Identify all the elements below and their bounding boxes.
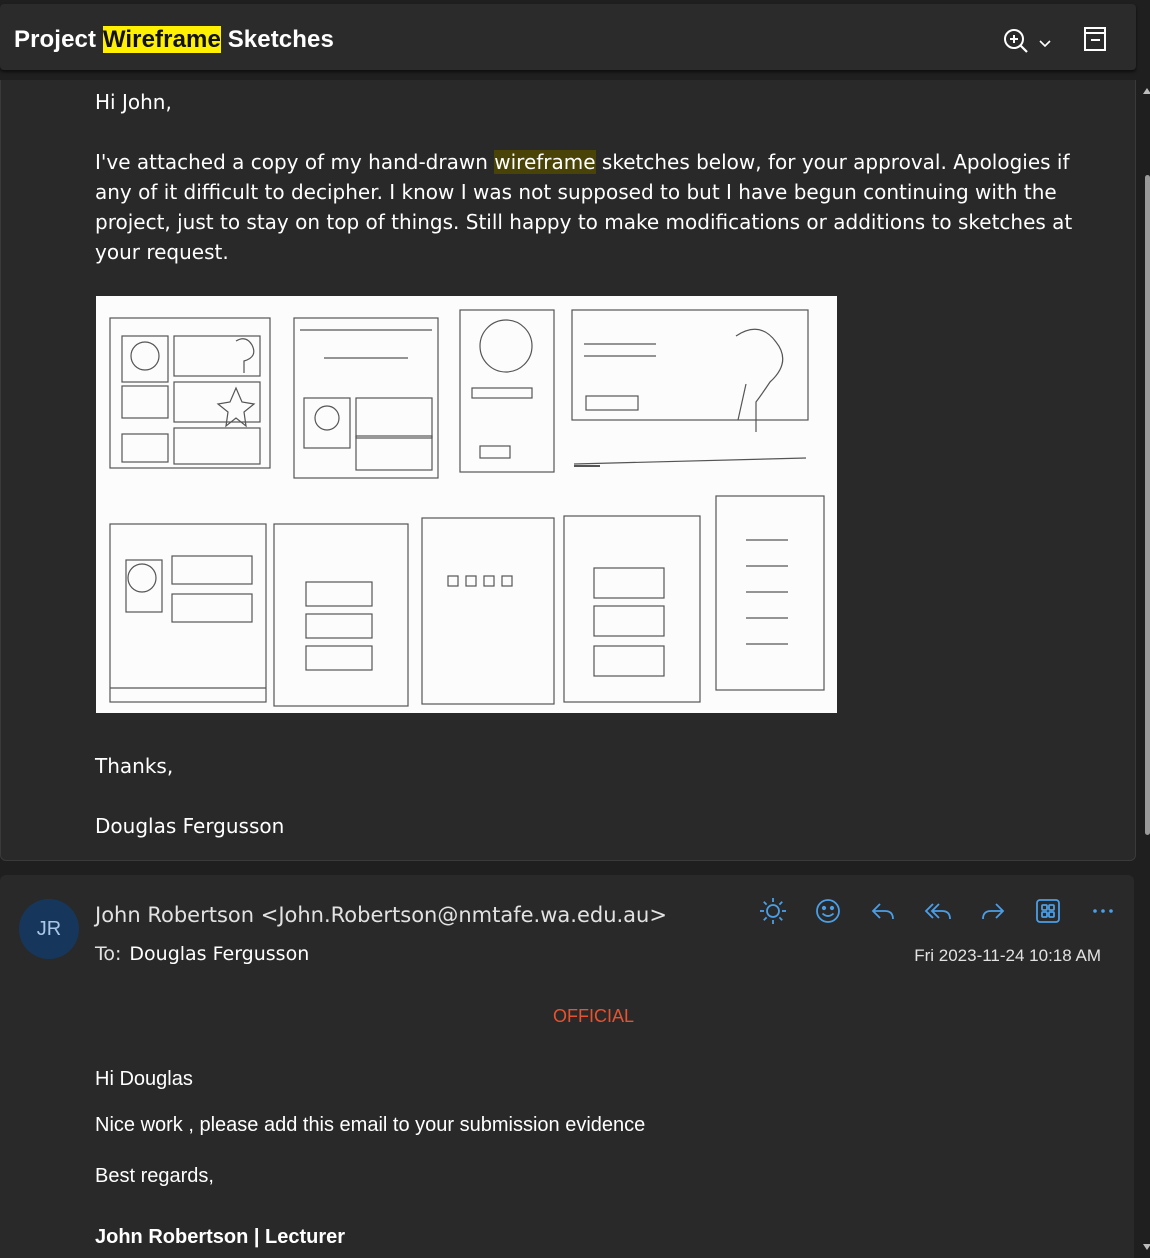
reply-all-button[interactable] <box>910 894 965 928</box>
emoji-button[interactable] <box>800 894 855 928</box>
subject-suffix: Sketches <box>220 26 334 53</box>
message2-greeting: Hi Douglas <box>95 1068 193 1090</box>
zoom-button[interactable] <box>1002 26 1054 56</box>
reply-all-icon <box>924 903 951 920</box>
recipient-name[interactable]: Douglas Fergusson <box>129 943 309 965</box>
more-button[interactable] <box>1075 894 1130 928</box>
message1-signature: Douglas Fergusson <box>95 814 285 838</box>
apps-icon <box>1035 899 1060 923</box>
message1-line3: project, just to stay on top of things. … <box>95 210 1073 234</box>
scroll-up-arrow-icon[interactable] <box>1143 88 1150 94</box>
avatar-initials: JR <box>36 917 62 940</box>
chevron-down-icon <box>1039 40 1051 48</box>
emoji-icon <box>815 899 840 923</box>
message-card-john <box>0 875 1134 1258</box>
message1-greeting: Hi John, <box>95 90 172 114</box>
reply-button[interactable] <box>855 894 910 928</box>
scrollbar-thumb[interactable] <box>1145 175 1150 835</box>
subject-prefix: Project <box>14 26 103 53</box>
sun-button[interactable] <box>745 894 800 928</box>
to-label: To: <box>95 943 122 965</box>
email-subject: Project Wireframe Sketches <box>14 26 334 54</box>
body-search-highlight: wireframe <box>494 150 596 174</box>
message2-signature: John Robertson | Lecturer <box>95 1226 346 1248</box>
reading-pane-button[interactable] <box>1082 26 1110 54</box>
message1-line1: I've attached a copy of my hand-drawn wi… <box>95 150 1070 174</box>
subject-bar: Project Wireframe Sketches <box>0 4 1136 70</box>
wireframe-sketch-image[interactable] <box>96 296 837 713</box>
reply-icon <box>871 903 894 920</box>
sun-icon <box>759 898 786 924</box>
sender-name-email[interactable]: John Robertson <John.Robertson@nmtafe.wa… <box>95 903 667 927</box>
wireframe-sketch-drawing <box>109 309 825 707</box>
recipient-line: To: Douglas Fergusson <box>95 943 309 965</box>
message2-closing: Best regards, <box>95 1165 214 1187</box>
message2-body: Nice work , please add this email to you… <box>95 1114 646 1136</box>
subject-search-highlight: Wireframe <box>102 26 221 53</box>
forward-button[interactable] <box>965 894 1020 928</box>
scrollbar[interactable] <box>1142 80 1150 1258</box>
avatar[interactable]: JR <box>19 899 79 959</box>
more-icon <box>1092 909 1113 913</box>
message1-signoff: Thanks, <box>95 754 174 778</box>
apps-button[interactable] <box>1020 894 1075 928</box>
message-date: Fri 2023-11-24 10:18 AM <box>914 946 1101 965</box>
message1-paragraph: I've attached a copy of my hand-drawn wi… <box>95 147 1105 267</box>
forward-icon <box>981 903 1004 920</box>
message-actions-toolbar <box>745 894 1130 928</box>
message1-line2: any of it difficult to decipher. I know … <box>95 180 1057 204</box>
classification-label: OFFICIAL <box>552 1006 634 1026</box>
message1-line4: your request. <box>95 240 229 264</box>
scroll-down-arrow-icon[interactable] <box>1143 1244 1150 1250</box>
zoom-in-icon <box>1004 29 1028 53</box>
reading-pane-icon <box>1084 27 1106 51</box>
